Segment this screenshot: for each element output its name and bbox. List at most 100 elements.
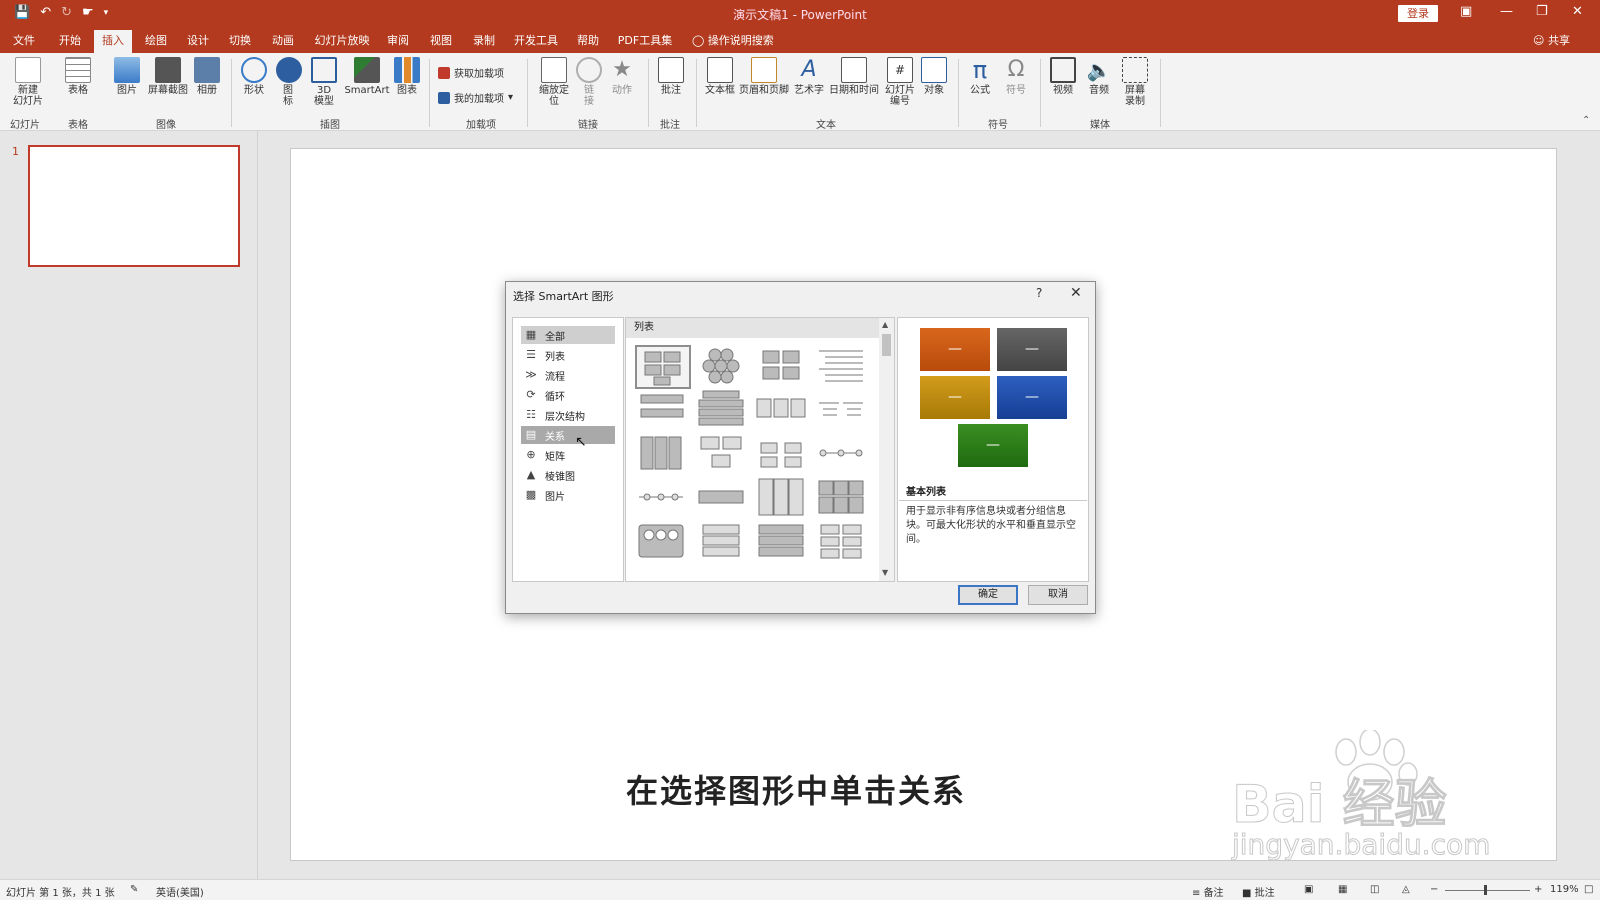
tab-home[interactable]: 开始 xyxy=(52,28,88,53)
category-cycle[interactable]: ⟳ 循环 xyxy=(521,386,615,404)
ribbon-display-icon[interactable]: ▣ xyxy=(1460,4,1472,19)
tab-slideshow[interactable]: 幻灯片放映 xyxy=(310,28,374,53)
layout-trapezoid[interactable] xyxy=(695,521,751,565)
layout-timeline[interactable] xyxy=(635,477,691,521)
slide-thumbnail[interactable] xyxy=(28,145,240,267)
tab-help[interactable]: 帮助 xyxy=(570,28,606,53)
category-list-item[interactable]: ☰ 列表 xyxy=(521,346,615,364)
category-matrix[interactable]: ⊕ 矩阵 xyxy=(521,446,615,464)
layout-arrow-list[interactable] xyxy=(695,477,751,521)
icons-button[interactable]: 图 标 xyxy=(276,57,302,107)
category-pyramid[interactable]: ▲ 棱锥图 xyxy=(521,466,615,484)
comment-button[interactable]: 批注 xyxy=(656,57,686,96)
category-relationship[interactable]: ▤ 关系 xyxy=(521,426,615,444)
audio-button[interactable]: 🔈 音频 xyxy=(1084,57,1114,96)
reading-view-icon[interactable]: ◫ xyxy=(1370,884,1379,895)
my-addins-button[interactable]: 我的加载项 ▾ xyxy=(438,90,513,105)
get-addins-button[interactable]: 获取加载项 xyxy=(438,65,504,80)
layout-vertical-bullet[interactable] xyxy=(635,389,691,433)
equation-button[interactable]: π 公式 xyxy=(966,57,994,96)
scroll-down-icon[interactable]: ▼ xyxy=(882,568,888,577)
symbol-button[interactable]: Ω 符号 xyxy=(1002,57,1030,96)
slideshow-icon[interactable]: ◬ xyxy=(1402,884,1410,895)
shapes-button[interactable]: 形状 xyxy=(240,57,268,96)
login-button[interactable]: 登录 xyxy=(1398,5,1438,22)
layout-stacked[interactable] xyxy=(695,389,751,433)
gallery-scrollbar[interactable]: ▲ ▼ xyxy=(879,318,894,581)
normal-view-icon[interactable]: ▣ xyxy=(1304,884,1313,895)
video-button[interactable]: 视频 xyxy=(1048,57,1078,96)
screenshot-button[interactable]: 屏幕截图 xyxy=(146,57,190,96)
slide-number-button[interactable]: # 幻灯片 编号 xyxy=(882,57,918,107)
picture-button[interactable]: 图片 xyxy=(112,57,142,96)
zoom-slider-thumb[interactable] xyxy=(1484,885,1487,895)
object-button[interactable]: 对象 xyxy=(920,57,948,96)
layout-segmented[interactable] xyxy=(755,521,811,565)
layout-grid[interactable] xyxy=(755,345,811,389)
share-button[interactable]: ☺ 共享 xyxy=(1533,28,1570,53)
album-button[interactable]: 相册 xyxy=(194,57,220,96)
zoom-button[interactable]: 缩放定 位 xyxy=(536,57,572,107)
tab-pdf-tools[interactable]: PDF工具集 xyxy=(614,28,676,53)
fit-to-window-icon[interactable]: □ xyxy=(1584,884,1593,895)
scroll-thumb[interactable] xyxy=(882,334,891,356)
zoom-out-icon[interactable]: − xyxy=(1430,884,1438,895)
link-button[interactable]: 链 接 xyxy=(576,57,602,107)
close-icon[interactable]: ✕ xyxy=(1070,285,1082,301)
header-footer-button[interactable]: 页眉和页脚 xyxy=(738,57,790,96)
tab-developer[interactable]: 开发工具 xyxy=(510,28,562,53)
close-window-icon[interactable]: ✕ xyxy=(1572,4,1583,19)
table-button[interactable]: 表格 xyxy=(62,57,94,96)
layout-target[interactable] xyxy=(815,433,871,477)
category-all[interactable]: ▦ 全部 xyxy=(521,326,615,344)
ok-button[interactable]: 确定 xyxy=(958,585,1018,605)
minimize-icon[interactable]: — xyxy=(1500,4,1513,19)
textbox-button[interactable]: 文本框 xyxy=(704,57,736,96)
language-indicator[interactable]: 英语(美国) xyxy=(156,884,204,899)
layout-bending[interactable] xyxy=(755,433,811,477)
accessibility-icon[interactable]: ✎ xyxy=(130,884,138,895)
category-picture[interactable]: ▩ 图片 xyxy=(521,486,615,504)
slide-sorter-icon[interactable]: ▦ xyxy=(1338,884,1347,895)
layout-grouped[interactable] xyxy=(755,477,811,521)
zoom-level[interactable]: 119% xyxy=(1550,884,1579,895)
comments-button[interactable]: ■ 批注 xyxy=(1242,884,1275,899)
layout-circle-list[interactable] xyxy=(635,521,691,565)
collapse-ribbon-icon[interactable]: ⌃ xyxy=(1582,115,1590,126)
tab-review[interactable]: 审阅 xyxy=(380,28,416,53)
tab-design[interactable]: 设计 xyxy=(180,28,216,53)
tab-view[interactable]: 视图 xyxy=(423,28,459,53)
action-button[interactable]: ★ 动作 xyxy=(608,57,636,96)
notes-button[interactable]: ≡ 备注 xyxy=(1192,884,1224,899)
smartart-button[interactable]: SmartArt xyxy=(344,57,390,96)
3d-model-button[interactable]: 3D 模型 xyxy=(310,57,338,107)
layout-lined-list[interactable] xyxy=(815,345,871,389)
tell-me-search[interactable]: ◯ 操作说明搜索 xyxy=(692,28,774,53)
datetime-button[interactable]: 日期和时间 xyxy=(828,57,880,96)
restore-icon[interactable]: ❐ xyxy=(1536,4,1548,19)
tab-record[interactable]: 录制 xyxy=(466,28,502,53)
tab-insert[interactable]: 插入 xyxy=(94,30,132,53)
new-slide-button[interactable]: 新建 幻灯片 xyxy=(8,57,48,107)
tab-transitions[interactable]: 切换 xyxy=(222,28,258,53)
layout-column-blocks[interactable] xyxy=(635,433,691,477)
layout-staggered[interactable] xyxy=(815,521,871,565)
scroll-up-icon[interactable]: ▲ xyxy=(882,320,888,329)
help-button[interactable]: ? xyxy=(1036,286,1042,300)
tab-animations[interactable]: 动画 xyxy=(265,28,301,53)
cancel-button[interactable]: 取消 xyxy=(1028,585,1088,605)
category-process[interactable]: ≫ 流程 xyxy=(521,366,615,384)
layout-picture-caption[interactable] xyxy=(695,433,751,477)
layout-hexagon[interactable] xyxy=(695,345,751,389)
layout-horizontal-bullet[interactable] xyxy=(755,389,811,433)
layout-lined-columns[interactable] xyxy=(815,389,871,433)
layout-table-list[interactable] xyxy=(815,477,871,521)
tab-file[interactable]: 文件 xyxy=(8,28,40,53)
tab-draw[interactable]: 绘图 xyxy=(138,28,174,53)
category-hierarchy[interactable]: ☷ 层次结构 xyxy=(521,406,615,424)
chart-button[interactable]: 图表 xyxy=(394,57,420,96)
zoom-in-icon[interactable]: + xyxy=(1534,884,1542,895)
layout-basic-list[interactable] xyxy=(635,345,691,389)
zoom-slider[interactable] xyxy=(1445,890,1530,891)
screen-record-button[interactable]: 屏幕 录制 xyxy=(1120,57,1150,107)
